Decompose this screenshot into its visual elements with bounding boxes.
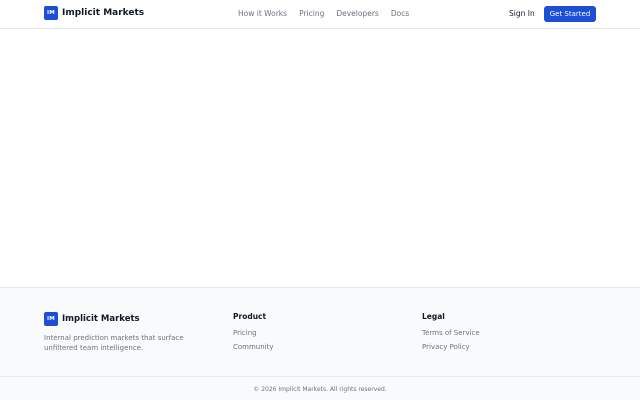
nav-developers[interactable]: Developers	[336, 9, 378, 18]
nav-pricing[interactable]: Pricing	[299, 9, 324, 18]
main-nav: How it Works Pricing Developers Docs	[238, 9, 421, 18]
logo-mark-icon: IM	[44, 6, 58, 20]
footer-tagline: Internal prediction markets that surface…	[44, 334, 184, 352]
header-logo[interactable]: IM Implicit Markets	[44, 6, 144, 20]
nav-how-it-works[interactable]: How it Works	[238, 9, 287, 18]
get-started-button[interactable]: Get Started	[544, 6, 596, 22]
footer-link-privacy[interactable]: Privacy Policy	[422, 343, 480, 351]
nav-docs[interactable]: Docs	[391, 9, 409, 18]
footer-logo-mark-icon: IM	[44, 312, 58, 326]
site-footer: IM Implicit Markets Internal prediction …	[0, 287, 640, 400]
footer-product-heading: Product	[233, 312, 267, 321]
footer-logo[interactable]: IM Implicit Markets	[44, 312, 194, 326]
brand-name: Implicit Markets	[62, 8, 145, 18]
footer-product-column: Product Pricing Community	[233, 312, 274, 357]
sign-in-link[interactable]: Sign In	[509, 9, 535, 18]
footer-legal-heading: Legal	[422, 312, 445, 321]
site-header: IM Implicit Markets How it Works Pricing…	[0, 0, 640, 29]
footer-copyright-bar: © 2026 Implicit Markets. All rights rese…	[0, 376, 640, 400]
footer-link-pricing[interactable]: Pricing	[233, 329, 274, 337]
footer-link-terms[interactable]: Terms of Service	[422, 329, 480, 337]
footer-link-community[interactable]: Community	[233, 343, 274, 351]
footer-brand: IM Implicit Markets Internal prediction …	[44, 312, 194, 353]
footer-brand-name: Implicit Markets	[62, 314, 140, 324]
footer-legal-column: Legal Terms of Service Privacy Policy	[422, 312, 480, 357]
copyright-text: © 2026 Implicit Markets. All rights rese…	[253, 385, 387, 393]
